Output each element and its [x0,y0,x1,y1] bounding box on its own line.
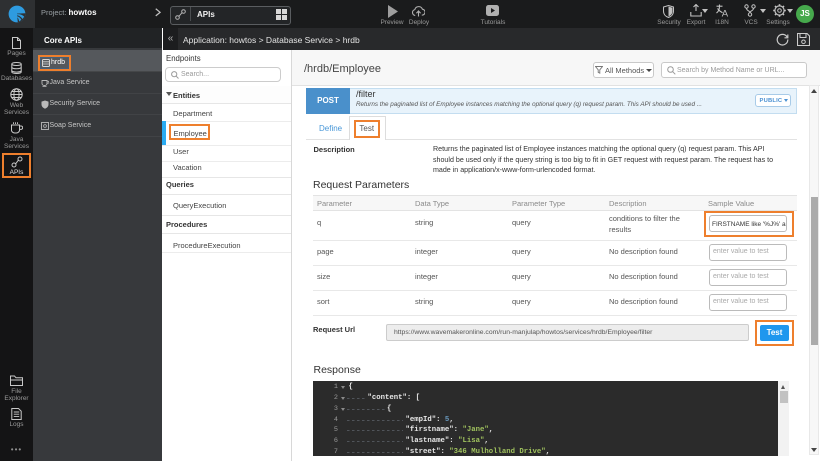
svg-text:A: A [722,9,729,19]
